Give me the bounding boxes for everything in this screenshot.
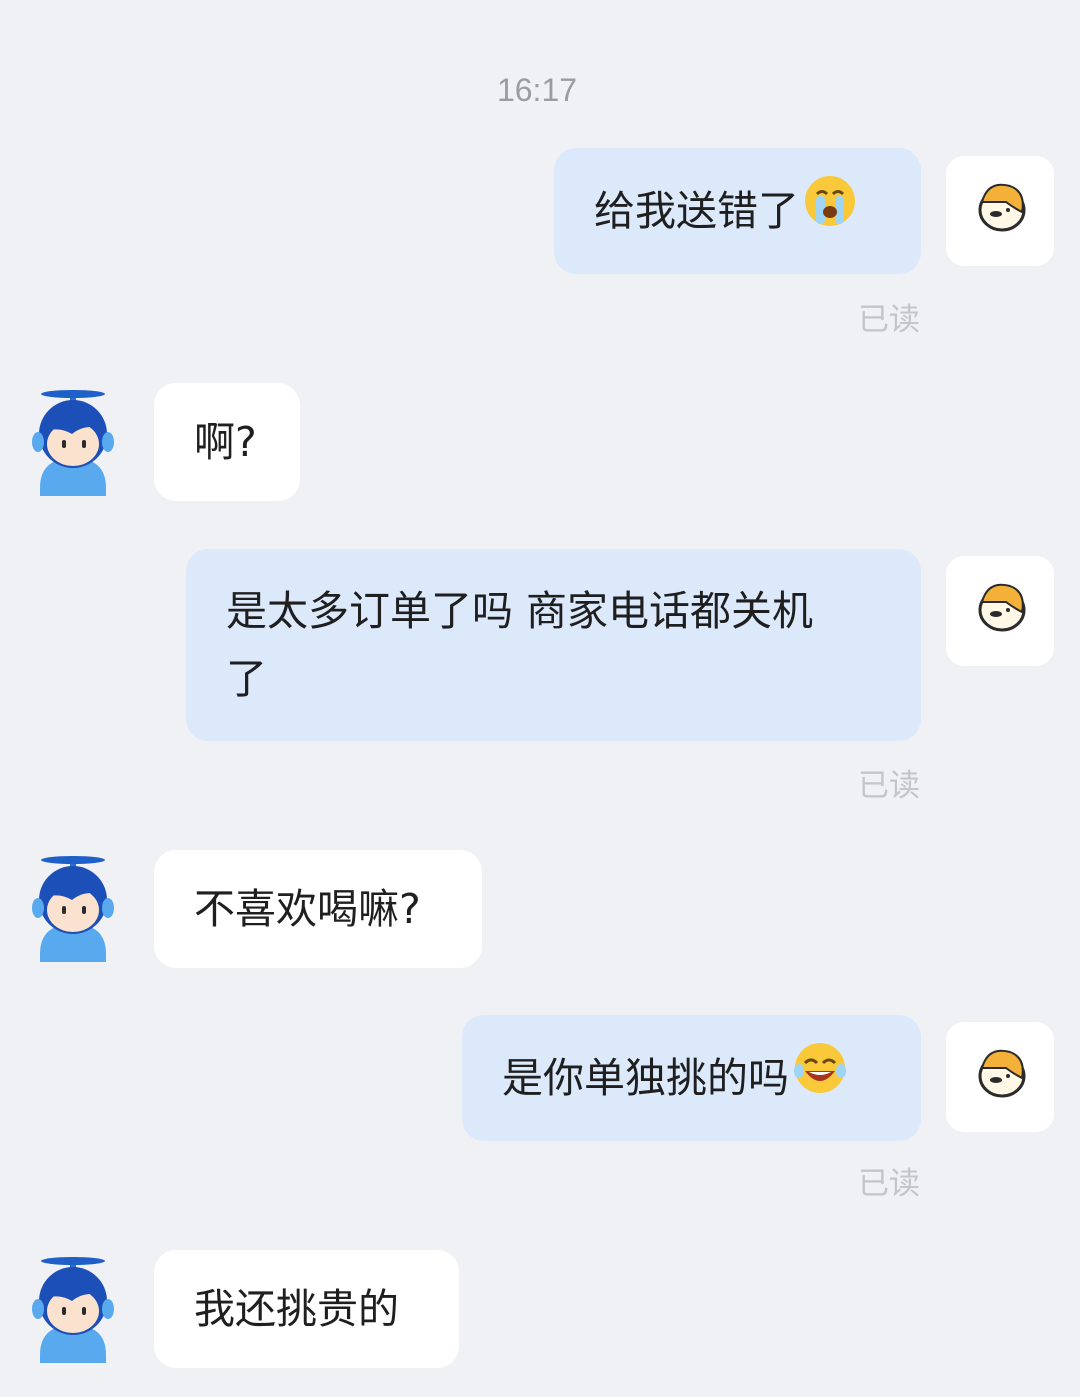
read-receipt: 已读 (858, 768, 920, 804)
message-text-line: 了 (226, 655, 267, 703)
propeller-boy-avatar-icon (32, 1257, 114, 1363)
user-avatar-icon (978, 1049, 1026, 1098)
bot-avatar[interactable] (30, 388, 116, 498)
read-receipt: 已读 (858, 1166, 920, 1202)
message-text: 啊? (194, 418, 257, 466)
incoming-message-bubble[interactable]: 啊? (154, 383, 300, 501)
propeller-boy-avatar-icon (32, 856, 114, 962)
message-text: 是你单独挑的吗 (502, 1054, 789, 1102)
user-avatar[interactable] (946, 556, 1054, 666)
propeller-boy-avatar-icon (32, 390, 114, 496)
message-timestamp: 16:17 (496, 72, 578, 108)
bot-avatar[interactable] (30, 854, 116, 964)
user-avatar-icon (978, 183, 1026, 232)
bot-avatar[interactable] (30, 1255, 116, 1365)
chat-window: 16:17 给我送错了 已读 啊? 是太多订单了吗 商家电话都关机 了 已读 不… (0, 0, 1080, 1397)
incoming-message-bubble[interactable]: 不喜欢喝嘛? (154, 850, 482, 968)
message-text: 给我送错了 (594, 187, 799, 235)
message-text: 我还挑贵的 (194, 1285, 399, 1333)
laughing-tears-face-emoji (793, 1041, 847, 1115)
message-text: 不喜欢喝嘛? (194, 885, 421, 933)
incoming-message-bubble[interactable]: 我还挑贵的 (154, 1250, 459, 1368)
outgoing-message-bubble[interactable]: 是太多订单了吗 商家电话都关机 了 (186, 549, 921, 741)
user-avatar[interactable] (946, 1022, 1054, 1132)
message-text-line: 是太多订单了吗 商家电话都关机 (226, 587, 814, 635)
outgoing-message-bubble[interactable]: 是你单独挑的吗 (462, 1015, 921, 1141)
outgoing-message-bubble[interactable]: 给我送错了 (554, 148, 921, 274)
read-receipt: 已读 (858, 302, 920, 338)
user-avatar[interactable] (946, 156, 1054, 266)
user-avatar-icon (978, 583, 1026, 632)
crying-face-emoji (803, 174, 857, 248)
